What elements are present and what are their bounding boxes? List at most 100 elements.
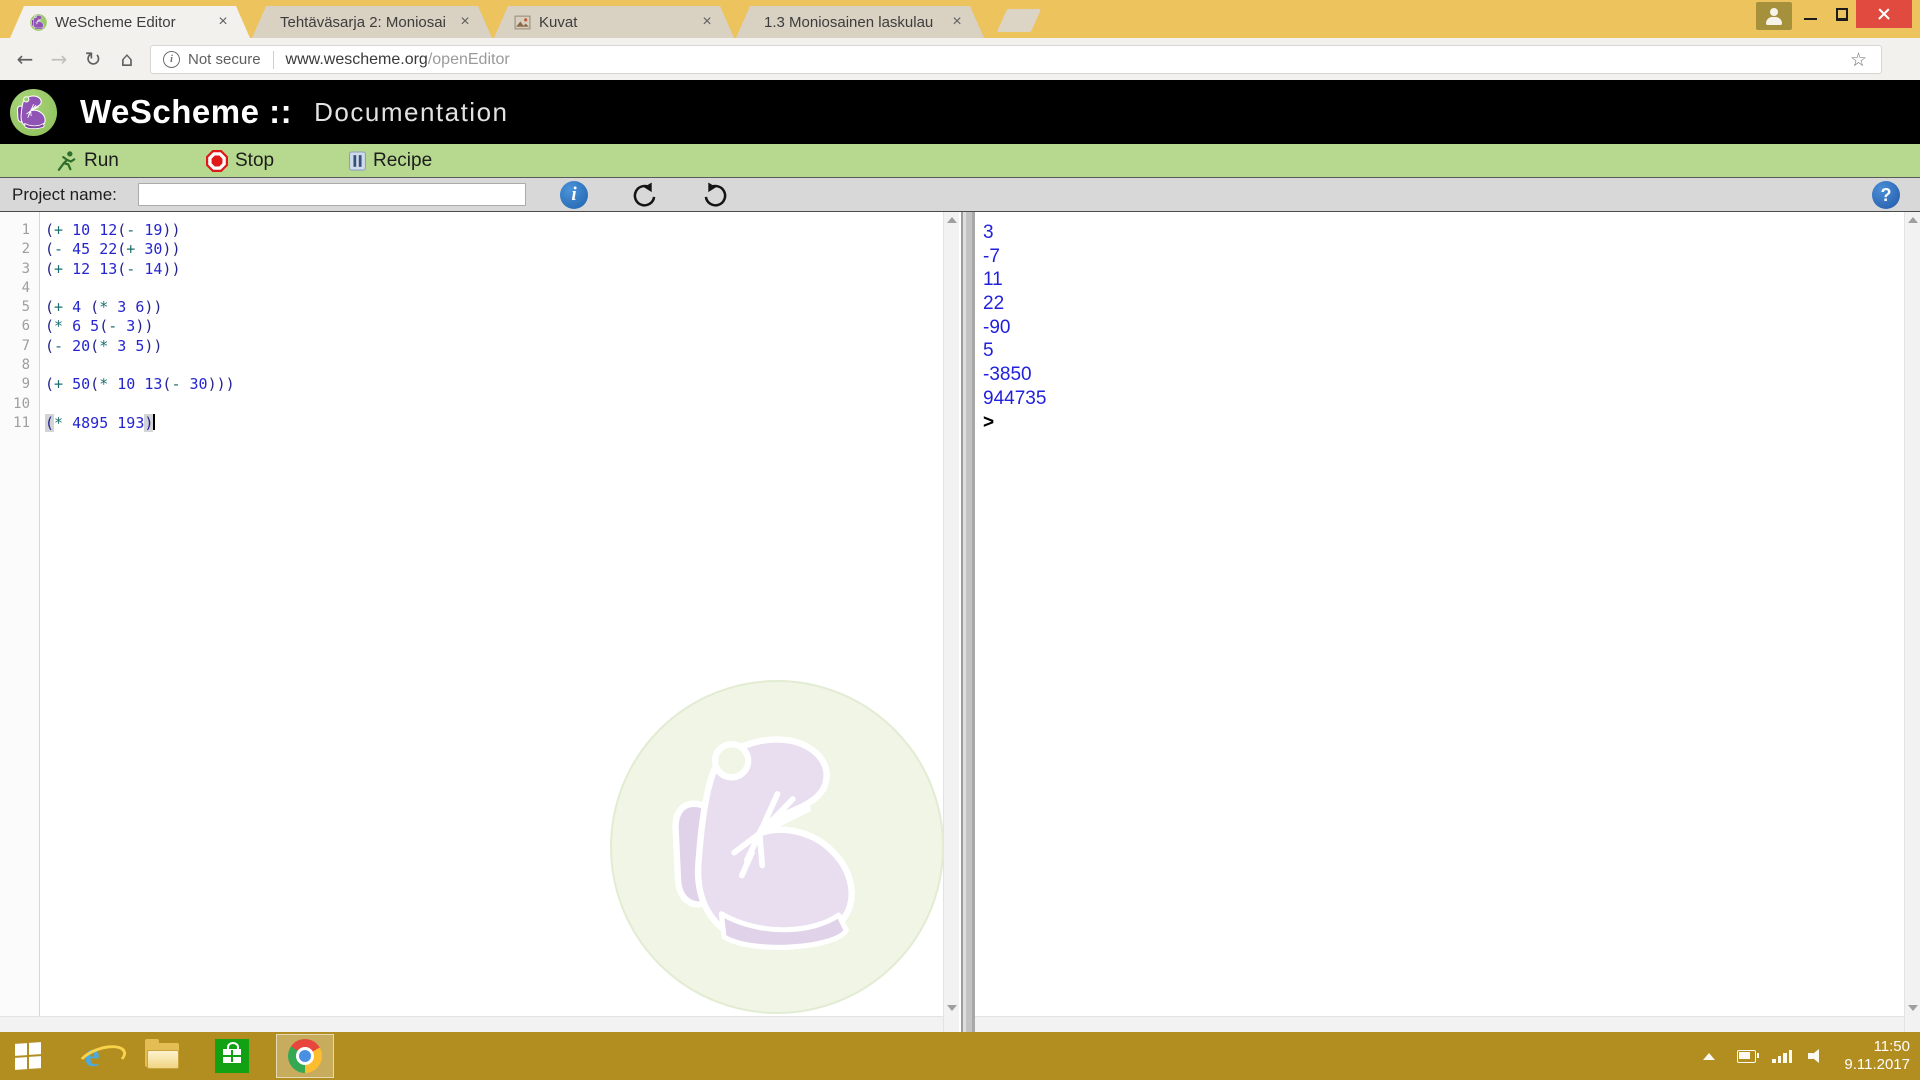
code-line[interactable]: (* 4895 193) <box>45 414 942 433</box>
repl-vertical-scrollbar[interactable] <box>1904 212 1920 1032</box>
restore-icon <box>1836 9 1848 20</box>
run-button[interactable]: Run <box>55 144 119 177</box>
code-line[interactable]: (+ 50(* 10 13(- 30))) <box>45 375 942 394</box>
project-name-input[interactable] <box>138 183 526 206</box>
internet-explorer-icon: e <box>84 1039 99 1073</box>
code-line[interactable]: (- 20(* 3 5)) <box>45 337 942 356</box>
profile-icon <box>1765 8 1783 24</box>
repl-value: -3850 <box>983 363 1904 387</box>
tab-title: 1.3 Moniosainen laskulau <box>764 14 948 31</box>
line-number: 5 <box>0 298 39 317</box>
redo-button[interactable] <box>703 182 730 209</box>
wescheme-watermark <box>610 680 944 1014</box>
line-number: 8 <box>0 356 39 375</box>
tab-close-icon[interactable]: × <box>214 13 232 31</box>
repl-value: 11 <box>983 268 1904 292</box>
scroll-down-icon[interactable] <box>944 1000 960 1016</box>
undo-button[interactable] <box>630 182 657 209</box>
line-number: 1 <box>0 221 39 240</box>
line-number: 9 <box>0 375 39 394</box>
windows-taskbar: e 11:50 9.11.2017 <box>0 1032 1920 1080</box>
scroll-up-icon[interactable] <box>944 212 960 228</box>
forward-icon[interactable]: → <box>42 47 76 71</box>
taskbar-clock[interactable]: 11:50 9.11.2017 <box>1844 1038 1910 1074</box>
run-toolbar: Run Stop Recipe <box>0 144 1920 177</box>
help-button[interactable]: ? <box>1872 181 1900 209</box>
url-field[interactable]: i Not secure www.wescheme.org/openEditor… <box>150 45 1882 74</box>
code-line[interactable]: (+ 4 (* 3 6)) <box>45 298 942 317</box>
line-number: 10 <box>0 395 39 414</box>
project-name-label: Project name: <box>12 185 117 205</box>
line-number: 3 <box>0 260 39 279</box>
wescheme-favicon-icon <box>30 14 47 31</box>
close-icon <box>1876 6 1892 22</box>
start-button[interactable] <box>8 1038 48 1074</box>
scroll-up-icon[interactable] <box>1905 212 1920 228</box>
clock-date: 9.11.2017 <box>1844 1056 1910 1074</box>
code-line[interactable]: (- 45 22(+ 30)) <box>45 240 942 259</box>
repl-value: -7 <box>983 245 1904 269</box>
repl-value: 5 <box>983 339 1904 363</box>
code-editor[interactable]: 1234567891011 (+ 10 12(- 19))(- 45 22(+ … <box>0 212 959 1032</box>
close-window-button[interactable] <box>1856 0 1912 28</box>
stop-icon <box>206 150 228 172</box>
network-signal-icon[interactable] <box>1772 1050 1792 1063</box>
code-lines[interactable]: (+ 10 12(- 19))(- 45 22(+ 30))(+ 12 13(-… <box>45 212 942 433</box>
tab-kuvat[interactable]: Kuvat × <box>494 6 734 38</box>
chrome-icon <box>288 1039 322 1073</box>
battery-icon[interactable] <box>1737 1050 1756 1063</box>
tab-close-icon[interactable]: × <box>698 13 716 31</box>
editor-vertical-scrollbar[interactable] <box>943 212 959 1032</box>
folder-icon <box>145 1043 179 1069</box>
code-line[interactable]: (* 6 5(- 3)) <box>45 317 942 336</box>
repl-output: 3-71122-905-3850944735 <box>983 221 1904 411</box>
profile-button[interactable] <box>1756 2 1792 30</box>
boot-watermark-icon <box>650 720 905 975</box>
run-icon <box>55 150 77 172</box>
windows-store-button[interactable] <box>212 1038 252 1074</box>
back-icon[interactable]: ← <box>8 47 42 71</box>
hidden-icons-arrow-icon[interactable] <box>1703 1053 1715 1060</box>
tab-close-icon[interactable]: × <box>948 13 966 31</box>
url-host: www.wescheme.org <box>286 51 428 69</box>
code-line[interactable] <box>45 356 942 375</box>
repl-horizontal-scrollbar[interactable] <box>975 1016 1904 1032</box>
system-tray: 11:50 9.11.2017 <box>1703 1032 1920 1080</box>
bookmark-star-icon[interactable]: ☆ <box>1850 49 1867 71</box>
brand-title: WeScheme :: <box>80 93 292 131</box>
page-info-icon[interactable]: i <box>163 51 180 68</box>
recipe-button[interactable]: Recipe <box>349 144 432 177</box>
internet-explorer-button[interactable]: e <box>72 1038 112 1074</box>
pane-splitter[interactable] <box>959 212 975 1032</box>
minimize-icon <box>1804 18 1817 20</box>
security-label[interactable]: Not secure <box>188 51 261 68</box>
restore-button[interactable] <box>1828 0 1856 28</box>
volume-icon[interactable] <box>1808 1048 1826 1064</box>
tab-close-icon[interactable]: × <box>456 13 474 31</box>
reload-icon[interactable]: ↻ <box>76 47 110 71</box>
home-icon[interactable]: ⌂ <box>110 47 144 71</box>
clock-time: 11:50 <box>1844 1038 1910 1056</box>
documentation-link[interactable]: Documentation <box>314 97 508 128</box>
tab-title: Kuvat <box>539 14 698 31</box>
repl-pane[interactable]: 3-71122-905-3850944735 > <box>975 212 1904 1032</box>
code-line[interactable] <box>45 279 942 298</box>
tab-title: WeScheme Editor <box>55 14 214 31</box>
tab-moniosainen[interactable]: 1.3 Moniosainen laskulau × <box>736 6 984 38</box>
minimize-button[interactable] <box>1796 0 1824 28</box>
file-explorer-button[interactable] <box>142 1038 182 1074</box>
info-button[interactable]: i <box>560 181 588 209</box>
chrome-button-active[interactable] <box>276 1034 334 1078</box>
new-tab-button[interactable] <box>997 9 1041 32</box>
scroll-down-icon[interactable] <box>1905 1000 1920 1016</box>
wescheme-header: WeScheme :: Documentation <box>0 80 1920 144</box>
code-line[interactable]: (+ 12 13(- 14)) <box>45 260 942 279</box>
stop-button[interactable]: Stop <box>206 144 274 177</box>
tab-wescheme-editor[interactable]: WeScheme Editor × <box>10 6 250 38</box>
address-bar: ← → ↻ ⌂ i Not secure www.wescheme.org/op… <box>0 38 1920 81</box>
tab-tehtavasarja[interactable]: Tehtäväsarja 2: Moniosai × <box>252 6 492 38</box>
editor-horizontal-scrollbar[interactable] <box>0 1016 943 1032</box>
code-line[interactable] <box>45 395 942 414</box>
code-line[interactable]: (+ 10 12(- 19)) <box>45 221 942 240</box>
repl-prompt[interactable]: > <box>983 411 1904 435</box>
